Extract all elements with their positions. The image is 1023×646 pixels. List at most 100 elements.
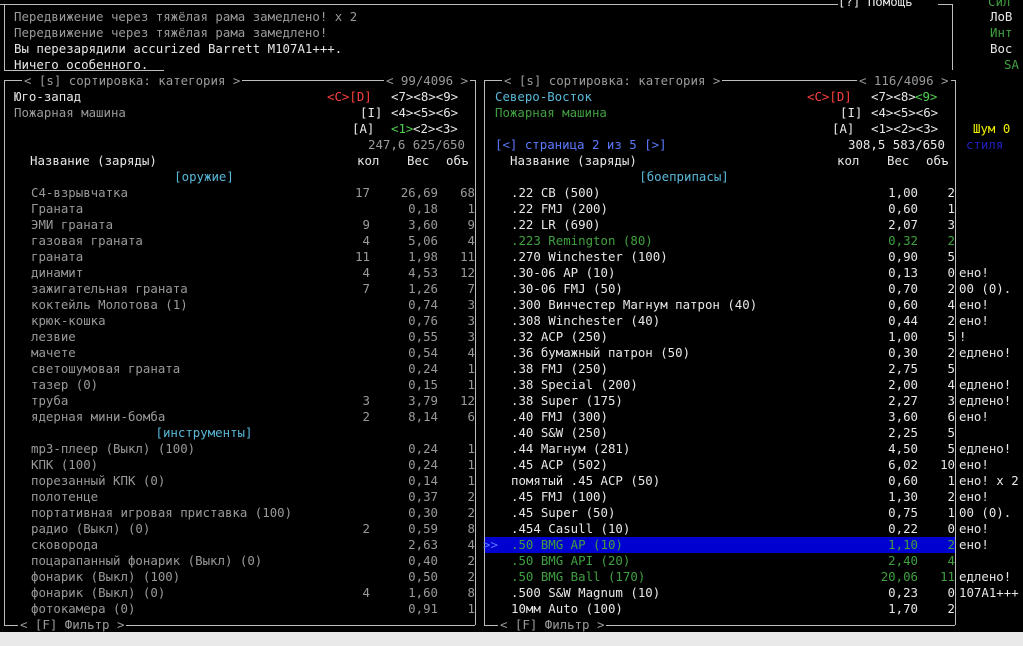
item-volume: 0	[947, 585, 955, 600]
item-row[interactable]: .45 FMJ (100) 1,30 2	[485, 489, 955, 505]
item-row[interactable]: газовая граната 4 5,06 4	[5, 233, 475, 249]
item-name: .500 S&W Magnum (10)	[511, 585, 661, 600]
item-volume: 2	[947, 601, 955, 616]
right-key-a[interactable]: [A]	[832, 121, 854, 137]
item-row[interactable]: .50 BMG AP (10) 1,10 2 >>	[483, 537, 955, 553]
item-row[interactable]: .38 FMJ (250) 2,75 5	[485, 361, 955, 377]
item-row[interactable]: .45 ACP (502) 6,02 10	[485, 457, 955, 473]
item-row[interactable]: фонарик (Выкл) (0) 4 1,60 8	[5, 585, 475, 601]
item-volume: 3	[467, 329, 475, 344]
right-key-i[interactable]: [I]	[840, 105, 862, 121]
item-row[interactable]: .500 S&W Magnum (10) 0,23 0	[485, 585, 955, 601]
item-name: .44 Магнум (281)	[511, 441, 631, 456]
left-key-cd[interactable]: <C>[D]	[327, 89, 372, 105]
item-weight: 0,24	[408, 441, 438, 456]
left-header-qty: кол	[357, 153, 380, 168]
item-row[interactable]: КПК (100) 0,24 1	[5, 457, 475, 473]
item-row[interactable]: динамит 4 4,53 12	[5, 265, 475, 281]
left-keys-row3[interactable]: <2><3>	[413, 121, 458, 137]
item-row[interactable]: .30-06 AP (10) 0,13 0	[485, 265, 955, 281]
item-name: крюк-кошка	[31, 313, 106, 328]
right-page-nav[interactable]: [<] страница 2 из 5 [>]	[495, 137, 667, 153]
item-name: .38 Super (175)	[511, 393, 623, 408]
item-row[interactable]: тазер (0) 0,15 1	[5, 377, 475, 393]
item-row[interactable]: .36 бумажный патрон (50) 0,30 2	[485, 345, 955, 361]
item-row[interactable]: .308 Winchester (40) 0,44 2	[485, 313, 955, 329]
item-row[interactable]: .44 Магнум (281) 4,50 5	[485, 441, 955, 457]
item-weight: 2,25	[888, 425, 918, 440]
item-row[interactable]: поцарапанный фонарик (Выкл) (0) 0,40 2	[5, 553, 475, 569]
item-row[interactable]: сковорода 2,63 4	[5, 537, 475, 553]
help-button[interactable]: [?] Помощь	[838, 0, 913, 10]
item-volume: 68	[460, 185, 475, 200]
left-filter-button[interactable]: < [F] Фильтр >	[18, 617, 127, 633]
item-name: мачете	[31, 345, 76, 360]
left-key-a[interactable]: [A]	[352, 121, 374, 137]
right-filter-button[interactable]: < [F] Фильтр >	[498, 617, 607, 633]
item-volume: 7	[467, 281, 475, 296]
item-row[interactable]: фонарик (Выкл) (100) 0,50 2	[5, 569, 475, 585]
left-keys-row2[interactable]: <4><5><6>	[391, 105, 458, 121]
item-weight: 3,60	[408, 217, 438, 232]
right-sort-button[interactable]: < [s] сортировка: категория >	[502, 73, 723, 89]
item-row[interactable]: крюк-кошка 0,76 3	[5, 313, 475, 329]
item-row[interactable]: 10мм Auto (100) 1,70 2	[485, 601, 955, 617]
item-row[interactable]: светошумовая граната 0,24 1	[5, 361, 475, 377]
item-weight: 0,74	[408, 297, 438, 312]
item-row[interactable]: коктейль Молотова (1) 0,74 3	[5, 297, 475, 313]
item-row[interactable]: mp3-плеер (Выкл) (100) 0,24 1	[5, 441, 475, 457]
item-row[interactable]: .223 Remington (80) 0,32 2	[485, 233, 955, 249]
item-weight: 1,98	[408, 249, 438, 264]
right-direction[interactable]: Северо-Восток	[495, 89, 592, 105]
item-row[interactable]: .45 Super (50) 0,75 1	[485, 505, 955, 521]
item-row[interactable]: .454 Casull (10) 0,22 0	[485, 521, 955, 537]
left-header-volume: объ	[446, 153, 469, 168]
item-row[interactable]: портативная игровая приставка (100) 0,30 2	[5, 505, 475, 521]
item-name: газовая граната	[31, 233, 143, 248]
item-row[interactable]: .270 Winchester (100) 0,90 5	[485, 249, 955, 265]
item-row[interactable]: .40 FMJ (300) 3,60 6	[485, 409, 955, 425]
item-row[interactable]: порезанный КПК (0) 0,14 1	[5, 473, 475, 489]
item-row[interactable]: мачете 0,54 4	[5, 345, 475, 361]
item-row[interactable]: помятый .45 ACP (50) 0,60 1	[485, 473, 955, 489]
item-row[interactable]: .22 CB (500) 1,00 2	[485, 185, 955, 201]
item-row[interactable]: фотокамера (0) 0,91 1	[5, 601, 475, 617]
item-row[interactable]: .22 LR (690) 2,07 3	[485, 217, 955, 233]
item-name: .454 Casull (10)	[511, 521, 631, 536]
item-row[interactable]: .50 BMG Ball (170) 20,06 11	[485, 569, 955, 585]
item-row[interactable]: .300 Винчестер Магнум патрон (40) 0,60 4	[485, 297, 955, 313]
category-label: [инструменты]	[155, 425, 253, 440]
item-row[interactable]: .40 S&W (250) 2,25 5	[485, 425, 955, 441]
item-row[interactable]: .50 BMG API (20) 2,40 4	[485, 553, 955, 569]
right-keys-row3[interactable]: <1><2><3>	[871, 121, 938, 137]
item-row[interactable]: граната 11 1,98 11	[5, 249, 475, 265]
left-sort-button[interactable]: < [s] сортировка: категория >	[22, 73, 243, 89]
right-key-cd[interactable]: <C>[D]	[807, 89, 852, 105]
item-row[interactable]: лезвие 0,55 3	[5, 329, 475, 345]
left-keys-row1[interactable]: <7><8><9>	[391, 89, 458, 105]
right-keys-row2[interactable]: <4><5><6>	[871, 105, 938, 121]
left-key-1[interactable]: <1>	[391, 121, 413, 137]
left-key-i[interactable]: [I]	[360, 105, 382, 121]
item-row[interactable]: .38 Super (175) 2,27 3	[485, 393, 955, 409]
left-direction[interactable]: Юго-запад	[14, 89, 81, 105]
item-name: зажигательная граната	[31, 281, 188, 296]
item-volume: 5	[947, 361, 955, 376]
category-label: [боеприпасы]	[639, 169, 729, 184]
item-row[interactable]: труба 3 3,79 12	[5, 393, 475, 409]
item-name: .45 ACP (502)	[511, 457, 608, 472]
item-row[interactable]: .30-06 FMJ (50) 0,70 2	[485, 281, 955, 297]
item-row[interactable]: ядерная мини-бомба 2 8,14 6	[5, 409, 475, 425]
right-key-9[interactable]: <9>	[915, 89, 937, 105]
item-row[interactable]: ЭМИ граната 9 3,60 9	[5, 217, 475, 233]
right-keys-row1[interactable]: <7><8>	[871, 89, 916, 105]
item-row[interactable]: полотенце 0,37 2	[5, 489, 475, 505]
item-row[interactable]: .22 FMJ (200) 0,60 1	[485, 201, 955, 217]
item-row[interactable]: C4-взрывчатка 17 26,69 68	[5, 185, 475, 201]
item-row[interactable]: .32 ACP (250) 1,00 5	[485, 329, 955, 345]
item-row[interactable]: радио (Выкл) (0) 2 0,59 8	[5, 521, 475, 537]
item-volume: 1	[467, 457, 475, 472]
item-row[interactable]: Граната 0,18 1	[5, 201, 475, 217]
item-row[interactable]: .38 Special (200) 2,00 4	[485, 377, 955, 393]
item-row[interactable]: зажигательная граната 7 1,26 7	[5, 281, 475, 297]
